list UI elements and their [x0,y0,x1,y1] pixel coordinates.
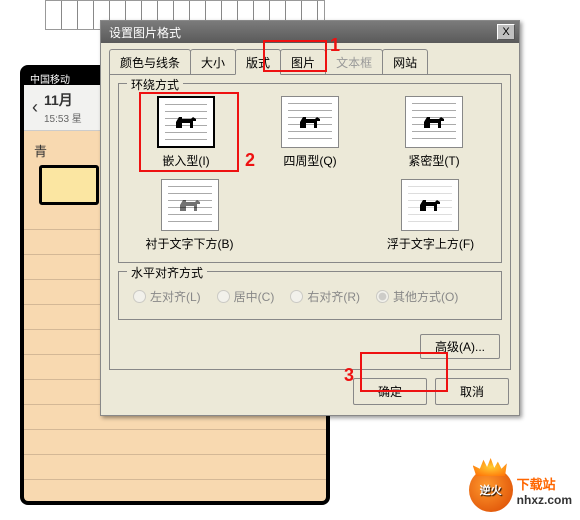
watermark-cn: 下载站 [517,474,572,493]
align-other-radio: 其他方式(O) [376,288,458,305]
tight-label: 紧密型(T) [408,152,459,169]
wrap-option-inline[interactable]: 嵌入型(I) [157,96,215,169]
annotation-1: 1 [330,35,340,56]
square-label: 四周型(Q) [283,152,336,169]
cancel-button[interactable]: 取消 [435,378,509,405]
align-right-radio: 右对齐(R) [290,288,360,305]
dialog-title: 设置图片格式 [105,24,497,41]
behind-wrap-icon [161,179,219,231]
align-center-label: 居中(C) [234,288,275,305]
tab-colors-lines[interactable]: 颜色与线条 [109,49,191,74]
align-right-input [290,290,303,303]
dialog-tabs: 颜色与线条 大小 版式 图片 文本框 网站 [101,43,519,74]
tab-layout[interactable]: 版式 [235,49,281,75]
align-center-radio: 居中(C) [217,288,275,305]
align-legend: 水平对齐方式 [127,264,207,281]
nav-time: 15:53 星 [44,110,82,125]
align-right-label: 右对齐(R) [307,288,360,305]
wrap-option-tight[interactable]: 紧密型(T) [405,96,463,169]
annotation-3: 3 [344,365,354,386]
ok-button[interactable]: 确定 [353,378,427,405]
watermark-logo-text: 逆火 [469,468,513,512]
annotation-2: 2 [245,150,255,171]
layout-tab-content: 环绕方式 嵌入型(I) 四周型(Q) [109,74,511,370]
align-left-label: 左对齐(L) [150,288,201,305]
square-wrap-icon [281,96,339,148]
align-left-input [133,290,146,303]
inline-label: 嵌入型(I) [162,152,209,169]
close-icon: X [502,26,509,38]
watermark-logo-icon: 逆火 [469,468,513,512]
wrap-option-front[interactable]: 浮于文字上方(F) [387,179,474,252]
carrier-label: 中国移动 [30,75,70,86]
wrap-legend: 环绕方式 [127,76,183,93]
advanced-button[interactable]: 高级(A)... [420,334,500,359]
nav-date: 11月 [44,90,82,110]
align-other-label: 其他方式(O) [393,288,458,305]
align-other-input [376,290,389,303]
align-center-input [217,290,230,303]
tight-wrap-icon [405,96,463,148]
note-embedded-image [39,165,99,205]
horizontal-align-fieldset: 水平对齐方式 左对齐(L) 居中(C) 右对齐(R) 其他方式(O) [118,271,502,320]
watermark: 逆火 下载站 nhxz.com [469,468,572,512]
close-button[interactable]: X [497,24,515,40]
note-text: 青 [34,144,47,159]
tab-web[interactable]: 网站 [382,49,428,74]
watermark-url: nhxz.com [517,493,572,507]
tab-picture[interactable]: 图片 [280,49,326,74]
dialog-titlebar[interactable]: 设置图片格式 X [101,21,519,43]
wrap-style-fieldset: 环绕方式 嵌入型(I) 四周型(Q) [118,83,502,263]
front-label: 浮于文字上方(F) [387,235,474,252]
back-chevron-icon[interactable]: ‹ [32,97,38,118]
inline-wrap-icon [157,96,215,148]
front-wrap-icon [401,179,459,231]
behind-label: 衬于文字下方(B) [146,235,234,252]
wrap-option-behind[interactable]: 衬于文字下方(B) [146,179,234,252]
tab-size[interactable]: 大小 [190,49,236,74]
format-picture-dialog: 设置图片格式 X 颜色与线条 大小 版式 图片 文本框 网站 环绕方式 嵌入型(… [100,20,520,416]
align-left-radio: 左对齐(L) [133,288,201,305]
wrap-option-square[interactable]: 四周型(Q) [281,96,339,169]
